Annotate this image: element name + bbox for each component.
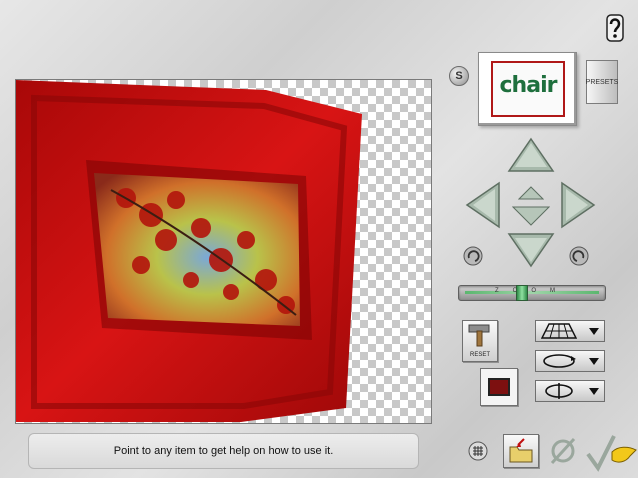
presets-button[interactable]: PRESETS [586, 60, 618, 104]
open-button[interactable] [503, 434, 539, 468]
grid-icon [468, 441, 488, 461]
move-left-button[interactable] [465, 181, 501, 229]
ok-button[interactable] [584, 432, 638, 477]
help-status-bar: Point to any item to get help on how to … [28, 433, 419, 469]
zoom-slider[interactable]: ZOOM [458, 285, 606, 301]
arrow-right-icon [561, 181, 596, 229]
move-down-button[interactable] [507, 232, 555, 268]
frame-render [16, 80, 362, 422]
color-swatch [488, 378, 510, 396]
preview-canvas[interactable] [15, 79, 432, 424]
question-icon[interactable] [606, 14, 624, 42]
move-up-button[interactable] [507, 137, 555, 173]
checkmark-icon [586, 435, 637, 472]
s-button[interactable]: S [449, 66, 469, 86]
help-text: Point to any item to get help on how to … [113, 445, 334, 457]
rotate-loop-icon [543, 354, 576, 368]
small-up-icon [518, 186, 544, 200]
arrow-down-icon [507, 233, 555, 268]
arrow-left-icon [465, 181, 500, 229]
thumbnail-image: chair [491, 61, 565, 117]
thumbnail-text: chair [499, 73, 558, 98]
chevron-down-icon [589, 327, 599, 335]
perspective-dropdown[interactable] [535, 320, 605, 342]
rotate-right-button[interactable] [569, 246, 589, 271]
move-right-button[interactable] [560, 181, 596, 229]
cancel-button[interactable] [548, 436, 578, 471]
reset-label: RESET [469, 352, 490, 358]
chevron-down-icon [589, 387, 599, 395]
chevron-down-icon [589, 357, 599, 365]
forward-button[interactable] [518, 186, 544, 200]
color-swatch-button[interactable] [480, 368, 518, 406]
rotation-dropdown[interactable] [535, 350, 605, 372]
backward-button[interactable] [512, 206, 550, 226]
zoom-label: ZOOM [495, 288, 569, 294]
zoom-thumb[interactable] [515, 285, 528, 301]
hammer-icon [468, 324, 490, 347]
flip-dropdown[interactable] [535, 380, 605, 402]
flip-axis-icon [545, 383, 573, 399]
arrow-up-icon [507, 137, 555, 172]
small-down-icon [512, 206, 550, 226]
grid-button[interactable] [468, 441, 488, 466]
rotate-left-button[interactable] [463, 246, 483, 271]
cancel-icon [550, 437, 576, 465]
perspective-grid-icon [541, 323, 577, 339]
rotate-right-icon [569, 246, 589, 266]
preset-thumbnail[interactable]: chair [478, 52, 577, 126]
rotate-left-icon [463, 246, 483, 266]
reset-button[interactable]: RESET [462, 320, 498, 362]
open-folder-icon [509, 438, 533, 463]
